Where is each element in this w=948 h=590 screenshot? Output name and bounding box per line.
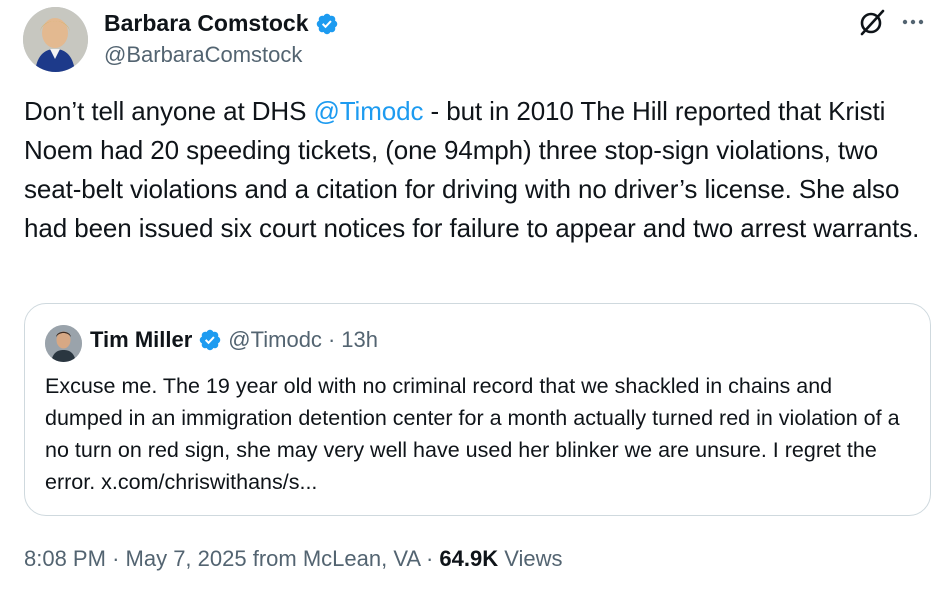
author-avatar-image — [23, 7, 88, 72]
quote-text: Excuse me. The 19 year old with no crimi… — [45, 374, 900, 494]
author-name-row[interactable]: Barbara Comstock — [104, 10, 339, 37]
tweet-time[interactable]: 8:08 PM — [24, 546, 106, 571]
grok-icon[interactable] — [856, 6, 888, 38]
verified-badge-icon — [315, 12, 339, 36]
mention-link[interactable]: @Timodc — [313, 96, 423, 126]
footer-separator: · — [425, 546, 434, 571]
quote-separator: · — [327, 327, 336, 352]
author-avatar[interactable] — [23, 7, 88, 72]
tweet-date[interactable]: May 7, 2025 — [126, 546, 247, 571]
views-label: Views — [504, 546, 563, 571]
tweet-text-part-1: Don’t tell anyone at DHS — [24, 96, 314, 126]
verified-badge-icon — [198, 328, 222, 352]
quote-author-handle[interactable]: @Timodc — [228, 327, 322, 353]
quoted-tweet-card[interactable]: Tim Miller @Timodc · 13h Excuse me. The … — [24, 303, 931, 516]
author-handle[interactable]: @BarbaraComstock — [104, 42, 302, 68]
quote-author-avatar[interactable] — [45, 325, 82, 362]
footer-separator: · — [112, 546, 120, 571]
quote-timestamp[interactable]: 13h — [341, 327, 378, 353]
tweet-location: from McLean, VA — [252, 546, 420, 571]
more-options-icon[interactable] — [900, 9, 926, 35]
tweet-text: Don’t tell anyone at DHS @Timodc - but i… — [24, 92, 924, 248]
quote-author-avatar-image — [45, 325, 82, 362]
quote-header: Tim Miller @Timodc · 13h — [90, 327, 378, 353]
views-count[interactable]: 64.9K — [439, 546, 498, 571]
quote-author-name[interactable]: Tim Miller — [90, 327, 192, 353]
author-name[interactable]: Barbara Comstock — [104, 10, 309, 37]
tweet-footer: 8:08 PM · May 7, 2025 from McLean, VA · … — [24, 546, 563, 572]
